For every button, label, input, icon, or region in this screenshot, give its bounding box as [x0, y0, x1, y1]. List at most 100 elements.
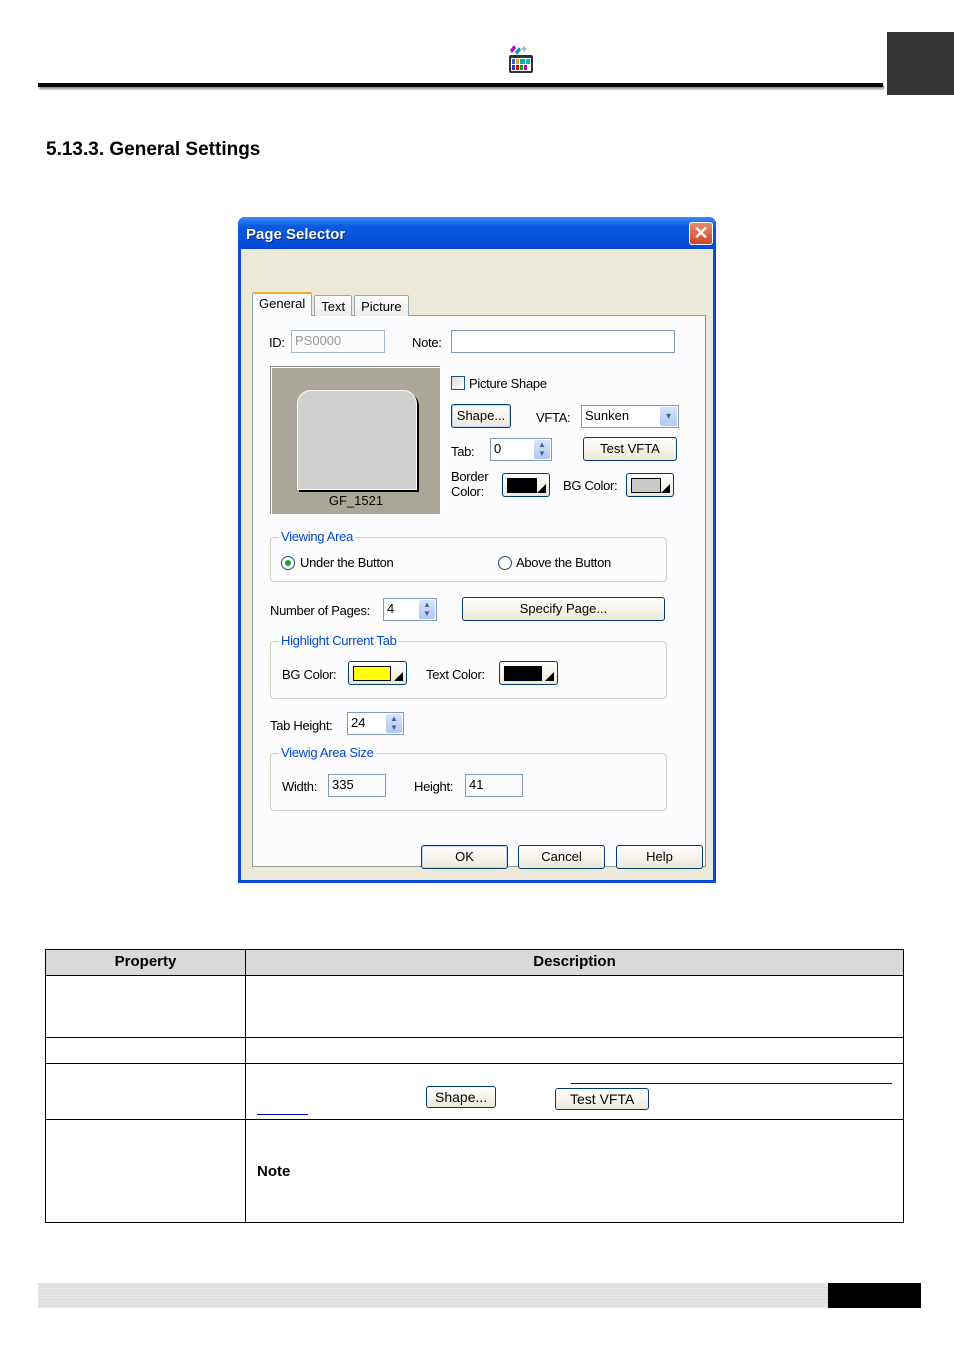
table-cell [45, 1063, 246, 1120]
dropdown-arrow-icon [545, 672, 554, 681]
page-selector-dialog: Page Selector ✕ ID: PS0000 Note: GF_1521… [238, 217, 716, 883]
bg-color-swatch [631, 478, 661, 493]
chevron-down-icon[interactable]: ▾ [660, 407, 677, 426]
hyperlink-underline[interactable] [571, 1083, 892, 1084]
vfta-value: Sunken [585, 408, 630, 423]
spinner-arrows-icon[interactable]: ▲ ▼ [386, 714, 402, 733]
shape-button-image: Shape... [426, 1086, 497, 1108]
preview-shape-name: GF_1521 [328, 493, 384, 508]
dropdown-arrow-icon [537, 484, 546, 493]
tab-spinner[interactable]: 0 ▲ ▼ [490, 438, 552, 461]
help-button[interactable]: Help [616, 845, 703, 869]
table-row [45, 1037, 904, 1064]
number-of-pages-spinner[interactable]: 4 ▲ ▼ [383, 598, 437, 621]
tab-height-spinner[interactable]: 24 ▲ ▼ [347, 712, 404, 735]
above-button-label: Above the Button [516, 555, 611, 570]
viewing-area-size-title: Viewig Area Size [279, 745, 376, 760]
highlight-current-tab-group: Highlight Current Tab BG Color: Text Col… [270, 633, 667, 699]
width-field[interactable]: 335 [328, 774, 386, 797]
footer-bar [38, 1283, 828, 1308]
table-cell [245, 975, 904, 1038]
highlight-text-swatch [504, 666, 542, 681]
tab-height-value: 24 [351, 715, 366, 730]
highlight-bg-color-label: BG Color: [282, 667, 337, 682]
picture-shape-label: Picture Shape [469, 376, 547, 391]
viewing-area-group: Viewing Area Under the Button Above the … [270, 529, 667, 582]
number-of-pages-value: 4 [387, 601, 395, 616]
test-vfta-button-image: Test VFTA [555, 1088, 650, 1110]
dropdown-arrow-icon [661, 484, 670, 493]
tab-value: 0 [494, 441, 502, 456]
note-heading: Note [257, 1162, 291, 1180]
dialog-title: Page Selector [246, 226, 346, 243]
bg-color-label: BG Color: [563, 478, 618, 493]
description-column-header: Description [245, 949, 904, 976]
vfta-select[interactable]: Sunken ▾ [581, 405, 679, 428]
page-number-block [828, 1283, 921, 1308]
table-cell [245, 1037, 904, 1064]
properties-table: Property Description Shape... Test VFTA … [45, 949, 904, 1223]
section-title: 5.13.3. General Settings [46, 139, 261, 160]
hyperlink-underline[interactable] [257, 1114, 308, 1115]
number-of-pages-label: Number of Pages: [270, 603, 370, 618]
highlight-text-color-label: Text Color: [426, 667, 485, 682]
height-field[interactable]: 41 [465, 774, 523, 797]
border-color-label-line2: Color: [451, 484, 484, 499]
tab-text[interactable]: Text [314, 295, 353, 316]
header-rule [38, 83, 883, 87]
table-cell [45, 975, 246, 1038]
shape-button[interactable]: Shape... [451, 404, 511, 428]
border-color-swatch [507, 478, 537, 493]
tab-height-label: Tab Height: [270, 718, 333, 733]
dropdown-arrow-icon [394, 672, 403, 681]
dialog-tabs: General Text Picture [252, 292, 411, 316]
tab-picture[interactable]: Picture [354, 295, 409, 316]
test-vfta-button[interactable]: Test VFTA [583, 437, 677, 461]
cancel-button[interactable]: Cancel [518, 845, 605, 869]
general-tab-panel: ID: PS0000 Note: GF_1521 Picture Shape S… [252, 315, 706, 867]
table-cell: Shape... Test VFTA [245, 1063, 904, 1120]
border-color-label-line1: Border [451, 469, 489, 484]
picture-shape-checkbox[interactable] [451, 376, 465, 390]
preview-shape [297, 390, 417, 490]
border-color-picker[interactable] [502, 473, 550, 497]
above-button-radio[interactable] [498, 556, 512, 570]
width-label: Width: [282, 779, 318, 794]
highlight-bg-color-picker[interactable] [348, 661, 407, 685]
spinner-arrows-icon[interactable]: ▲ ▼ [419, 600, 435, 619]
dialog-titlebar[interactable]: Page Selector ✕ [238, 217, 716, 249]
viewing-area-title: Viewing Area [279, 529, 356, 544]
tab-label: Tab: [451, 444, 475, 459]
table-row [45, 975, 904, 1038]
specify-page-button[interactable]: Specify Page... [462, 597, 665, 621]
height-label: Height: [414, 779, 454, 794]
table-row: Shape... Test VFTA [45, 1063, 904, 1120]
note-label: Note: [412, 335, 442, 350]
highlight-bg-swatch [353, 666, 391, 681]
under-button-label: Under the Button [300, 555, 394, 570]
dialog-client: ID: PS0000 Note: GF_1521 Picture Shape S… [241, 249, 713, 880]
table-header-row: Property Description [45, 949, 904, 976]
under-button-radio[interactable] [281, 556, 295, 570]
tab-general[interactable]: General [252, 292, 313, 316]
viewing-area-size-group: Viewig Area Size Width: 335 Height: 41 [270, 745, 667, 811]
highlight-current-tab-title: Highlight Current Tab [279, 633, 399, 648]
vfta-label: VFTA: [536, 410, 571, 425]
ok-button[interactable]: OK [421, 845, 508, 869]
chapter-tab [887, 32, 954, 95]
table-cell [45, 1119, 246, 1223]
table-cell: Note [245, 1119, 904, 1223]
close-icon[interactable]: ✕ [689, 222, 713, 245]
highlight-text-color-picker[interactable] [499, 661, 558, 685]
border-color-label: Border Color: [451, 469, 489, 499]
bg-color-picker[interactable] [626, 473, 674, 497]
table-row: Note [45, 1119, 904, 1223]
property-column-header: Property [45, 949, 246, 976]
id-field[interactable]: PS0000 [291, 330, 385, 353]
id-label: ID: [269, 335, 285, 350]
table-cell [45, 1037, 246, 1064]
shape-preview: GF_1521 [271, 367, 441, 515]
spinner-arrows-icon[interactable]: ▲ ▼ [534, 440, 550, 459]
palette-calendar-icon [506, 44, 536, 74]
note-field[interactable] [451, 330, 675, 353]
